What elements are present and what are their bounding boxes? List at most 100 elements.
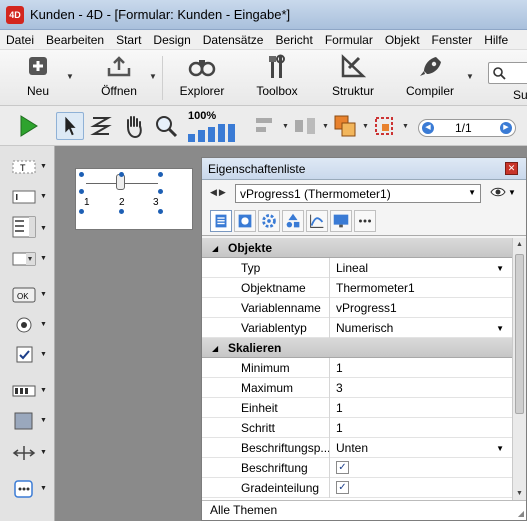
- menu-datensaetze[interactable]: Datensätze: [197, 30, 270, 49]
- property-row-maximum[interactable]: Maximum 3: [202, 378, 512, 398]
- compiler-dropdown-icon[interactable]: ▼: [466, 72, 474, 81]
- plugin-object-dropdown-icon[interactable]: ▼: [40, 485, 47, 492]
- align-icon[interactable]: [252, 112, 280, 140]
- splitter-object-dropdown-icon[interactable]: ▼: [40, 449, 47, 456]
- property-list-titlebar[interactable]: Eigenschaftenliste ✕: [202, 158, 526, 180]
- checkbox-object-icon[interactable]: [12, 346, 36, 364]
- radio-object-dropdown-icon[interactable]: ▼: [40, 321, 47, 328]
- entry-order-icon[interactable]: [88, 112, 116, 140]
- property-row-label-position[interactable]: Beschriftungsp... Unten ▼: [202, 438, 512, 458]
- property-row-type[interactable]: Typ Lineal ▼: [202, 258, 512, 278]
- dropdown-object-icon[interactable]: [12, 250, 36, 268]
- property-grid-scrollbar[interactable]: ▲ ▼: [512, 238, 526, 500]
- property-value[interactable]: Unten: [330, 438, 512, 458]
- open-dropdown-icon[interactable]: ▼: [149, 72, 157, 81]
- selection-handle[interactable]: [158, 172, 163, 177]
- selection-handle[interactable]: [119, 172, 124, 177]
- thermometer-object-dropdown-icon[interactable]: ▼: [40, 387, 47, 394]
- menu-datei[interactable]: Datei: [0, 30, 40, 49]
- menu-hilfe[interactable]: Hilfe: [478, 30, 514, 49]
- property-row-variable-name[interactable]: Variablenname vProgress1: [202, 298, 512, 318]
- property-row-labels[interactable]: Beschriftung ✓: [202, 458, 512, 478]
- menu-objekt[interactable]: Objekt: [379, 30, 426, 49]
- menu-design[interactable]: Design: [147, 30, 196, 49]
- chevron-down-icon[interactable]: ▼: [496, 324, 504, 333]
- new-button[interactable]: Neu: [18, 54, 58, 104]
- section-scaling[interactable]: ◢ Skalieren: [202, 338, 512, 358]
- input-object-dropdown-icon[interactable]: ▼: [40, 193, 47, 200]
- layer-order-icon[interactable]: [332, 112, 360, 140]
- thermometer-object-icon[interactable]: [12, 382, 36, 400]
- menu-fenster[interactable]: Fenster: [426, 30, 479, 49]
- selection-handle[interactable]: [158, 189, 163, 194]
- eye-dropdown-icon[interactable]: ▼: [508, 188, 516, 197]
- hand-tool-icon[interactable]: [120, 112, 148, 140]
- selection-handle[interactable]: [158, 209, 163, 214]
- resize-grip-icon[interactable]: ◢: [518, 509, 524, 518]
- property-row-minimum[interactable]: Minimum 1: [202, 358, 512, 378]
- property-row-step[interactable]: Schritt 1: [202, 418, 512, 438]
- zoom-tool-icon[interactable]: [152, 112, 180, 140]
- distribute-dropdown-icon[interactable]: ▼: [322, 123, 329, 130]
- property-row-variable-type[interactable]: Variablentyp Numerisch ▼: [202, 318, 512, 338]
- next-page-icon[interactable]: ▶: [500, 122, 512, 134]
- align-dropdown-icon[interactable]: ▼: [282, 123, 289, 130]
- menu-formular[interactable]: Formular: [319, 30, 379, 49]
- list-object-dropdown-icon[interactable]: ▼: [40, 225, 47, 232]
- graduation-checkbox[interactable]: ✓: [336, 481, 349, 494]
- chevron-down-icon[interactable]: ▼: [496, 264, 504, 273]
- labels-checkbox[interactable]: ✓: [336, 461, 349, 474]
- menu-bericht[interactable]: Bericht: [269, 30, 318, 49]
- property-value[interactable]: Thermometer1: [330, 278, 512, 298]
- splitter-object-icon[interactable]: [12, 444, 36, 462]
- property-value[interactable]: Lineal: [330, 258, 512, 278]
- input-object-icon[interactable]: [12, 188, 36, 206]
- menu-start[interactable]: Start: [110, 30, 147, 49]
- scrollbar-thumb[interactable]: [515, 254, 524, 414]
- group-icon[interactable]: [372, 112, 400, 140]
- menu-bearbeiten[interactable]: Bearbeiten: [40, 30, 110, 49]
- eye-icon[interactable]: [490, 186, 506, 198]
- scroll-up-icon[interactable]: ▲: [516, 241, 523, 248]
- explorer-button[interactable]: Explorer: [176, 54, 228, 104]
- property-row-unit[interactable]: Einheit 1: [202, 398, 512, 418]
- run-form-icon[interactable]: [14, 112, 42, 140]
- previous-page-icon[interactable]: ◀: [422, 122, 434, 134]
- list-object-icon[interactable]: [12, 216, 36, 238]
- tab-appearance-icon[interactable]: [234, 210, 256, 232]
- tab-display-icon[interactable]: [330, 210, 352, 232]
- property-value[interactable]: Numerisch: [330, 318, 512, 338]
- button-object-icon[interactable]: OK: [12, 286, 36, 304]
- open-button[interactable]: Öffnen: [96, 54, 142, 104]
- dropdown-object-dropdown-icon[interactable]: ▼: [40, 255, 47, 262]
- property-row-object-name[interactable]: Objektname Thermometer1: [202, 278, 512, 298]
- text-object-icon[interactable]: T: [12, 158, 36, 176]
- compiler-button[interactable]: Compiler: [402, 54, 458, 104]
- radio-object-icon[interactable]: [12, 316, 36, 334]
- tab-shapes-icon[interactable]: [282, 210, 304, 232]
- selection-handle[interactable]: [79, 172, 84, 177]
- selection-handle[interactable]: [79, 189, 84, 194]
- theme-filter[interactable]: Alle Themen ◢: [202, 500, 526, 520]
- rectangle-object-dropdown-icon[interactable]: ▼: [40, 417, 47, 424]
- search-field[interactable]: [488, 62, 527, 84]
- layer-dropdown-icon[interactable]: ▼: [362, 123, 369, 130]
- selection-handle[interactable]: [119, 209, 124, 214]
- structure-button[interactable]: Struktur: [326, 54, 380, 104]
- property-value[interactable]: 1: [330, 418, 512, 438]
- tab-chart-icon[interactable]: [306, 210, 328, 232]
- property-value[interactable]: 3: [330, 378, 512, 398]
- checkbox-object-dropdown-icon[interactable]: ▼: [40, 351, 47, 358]
- text-object-dropdown-icon[interactable]: ▼: [40, 163, 47, 170]
- section-objects[interactable]: ◢ Objekte: [202, 238, 512, 258]
- ruler-object[interactable]: 1 2 3: [75, 168, 193, 230]
- rectangle-object-icon[interactable]: [12, 412, 36, 430]
- tab-more-icon[interactable]: [354, 210, 376, 232]
- pointer-tool-icon[interactable]: [56, 112, 84, 140]
- chevron-down-icon[interactable]: ▼: [496, 444, 504, 453]
- property-value[interactable]: 1: [330, 398, 512, 418]
- property-value[interactable]: vProgress1: [330, 298, 512, 318]
- zoom-level-control[interactable]: 100%: [186, 110, 246, 142]
- property-value[interactable]: 1: [330, 358, 512, 378]
- scroll-down-icon[interactable]: ▼: [516, 490, 523, 497]
